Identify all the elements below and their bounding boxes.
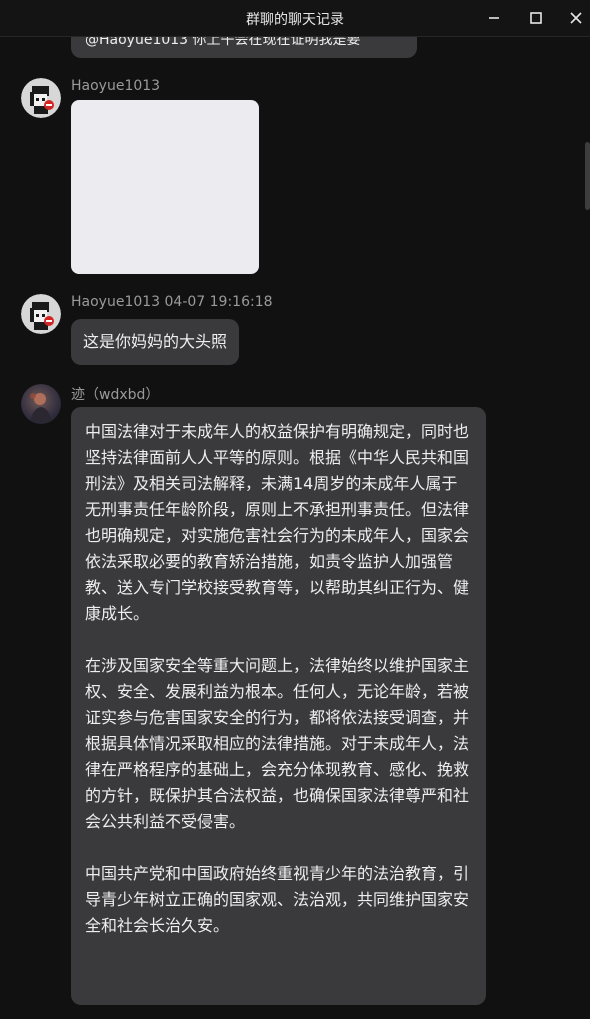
message-paragraph: 中国共产党和中国政府始终重视青少年的法治教育，引导青少年树立正确的国家观、法治观… [85,864,470,935]
minimize-button[interactable] [483,7,505,29]
image-message[interactable] [71,100,259,274]
maximize-button[interactable] [525,7,547,29]
sender-name: 迹（wdxbd） [71,387,160,403]
message-paragraph: 在涉及国家安全等重大问题上，法律始终以维护国家主权、安全、发展利益为根本。任何人… [85,656,470,831]
maximize-icon [530,12,542,24]
message-bubble-partial[interactable]: @Haoyue1013 你上午会在现在证明我是要 [71,36,417,58]
photo-avatar-icon [21,384,61,424]
pixel-avatar-icon [21,78,61,118]
message-paragraph: 中国法律对于未成年人的权益保护有明确规定，同时也坚持法律面前人人平等的原则。根据… [85,422,470,623]
message-bubble-long[interactable]: 中国法律对于未成年人的权益保护有明确规定，同时也坚持法律面前人人平等的原则。根据… [71,407,486,1005]
pixel-avatar-icon [21,294,61,334]
avatar[interactable] [21,78,61,118]
close-icon [570,12,582,24]
sender-name-with-time: Haoyue1013 04-07 19:16:18 [71,294,273,310]
avatar[interactable] [21,294,61,334]
scrollbar-thumb[interactable] [585,142,590,210]
title-bar: 群聊的聊天记录 [0,0,590,37]
message-bubble[interactable]: 这是你妈妈的大头照 [71,319,240,365]
chat-history[interactable]: @Haoyue1013 你上午会在现在证明我是要 Haoyue1013 Haoy… [0,36,590,1019]
close-button[interactable] [565,7,587,29]
minimize-icon [489,17,499,19]
avatar[interactable] [21,384,61,424]
sender-name: Haoyue1013 [71,78,161,94]
